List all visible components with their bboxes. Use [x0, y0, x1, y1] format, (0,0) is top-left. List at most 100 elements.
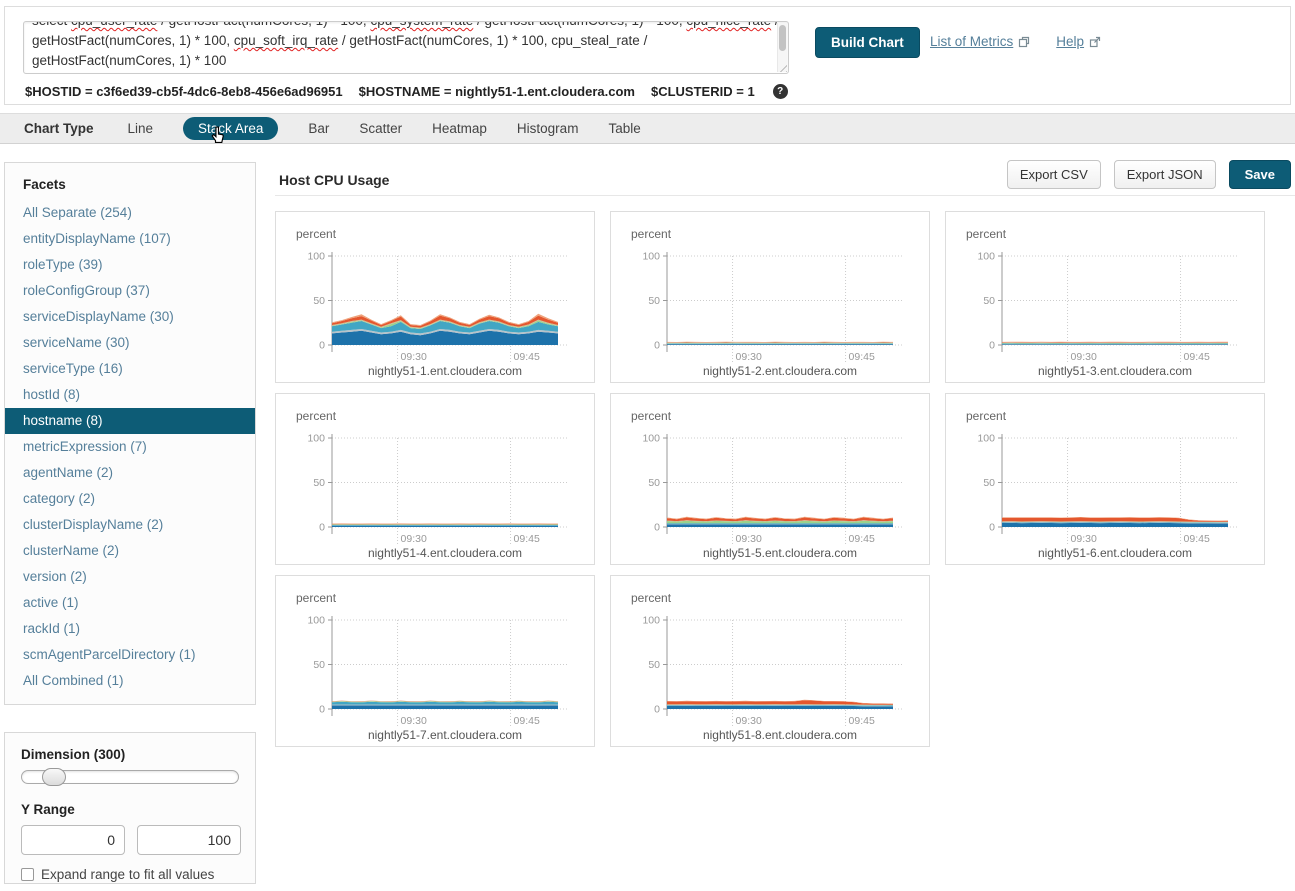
svg-text:09:45: 09:45: [514, 351, 540, 363]
facet-item-all-combined[interactable]: All Combined (1): [5, 668, 255, 694]
svg-text:09:45: 09:45: [849, 533, 875, 545]
y-min-input[interactable]: [21, 825, 125, 855]
help-link[interactable]: Help: [1056, 34, 1101, 49]
chart-card-5[interactable]: percent05010009:3009:45nightly51-5.ent.c…: [610, 393, 930, 565]
query-scrollbar-thumb[interactable]: [779, 25, 786, 51]
chart-type-label: Chart Type: [24, 121, 94, 136]
chart-card-1[interactable]: percent05010009:3009:45nightly51-1.ent.c…: [275, 211, 595, 383]
help-label: Help: [1056, 34, 1084, 49]
facet-item-hostid[interactable]: hostId (8): [5, 382, 255, 408]
query-panel: select cpu_user_rate / getHostFact(numCo…: [4, 6, 1291, 105]
svg-text:09:45: 09:45: [514, 715, 540, 727]
tab-histogram[interactable]: Histogram: [517, 121, 579, 136]
hostname-value: nightly51-1.ent.cloudera.com: [455, 84, 635, 99]
facet-item-active[interactable]: active (1): [5, 590, 255, 616]
svg-text:percent: percent: [296, 227, 337, 241]
export-json-button[interactable]: Export JSON: [1114, 160, 1216, 189]
list-of-metrics-link[interactable]: List of Metrics: [930, 34, 1030, 49]
facet-item-all-separate[interactable]: All Separate (254): [5, 200, 255, 226]
facet-item-clusterdisplayname[interactable]: clusterDisplayName (2): [5, 512, 255, 538]
stack-area-chart: percent05010009:3009:45nightly51-8.ent.c…: [611, 576, 929, 746]
stack-area-chart: percent05010009:3009:45nightly51-1.ent.c…: [276, 212, 594, 382]
export-csv-button[interactable]: Export CSV: [1007, 160, 1101, 189]
svg-text:0: 0: [319, 340, 325, 352]
facet-item-agentname[interactable]: agentName (2): [5, 460, 255, 486]
facet-item-metricexpression[interactable]: metricExpression (7): [5, 434, 255, 460]
chart-builder-page: select cpu_user_rate / getHostFact(numCo…: [0, 0, 1295, 891]
svg-text:09:30: 09:30: [401, 533, 427, 545]
query-line: getHostFact(numCores, 1) * 100, cpu_soft…: [32, 31, 772, 51]
query-text: select cpu_user_rate / getHostFact(numCo…: [24, 21, 788, 71]
expand-range-checkbox[interactable]: [21, 868, 34, 881]
svg-text:0: 0: [989, 340, 995, 352]
stack-area-chart: percent05010009:3009:45nightly51-7.ent.c…: [276, 576, 594, 746]
external-link-icon: [1089, 36, 1101, 48]
chart-card-7[interactable]: percent05010009:3009:45nightly51-7.ent.c…: [275, 575, 595, 747]
clusterid-label: $CLUSTERID: [651, 84, 733, 99]
svg-text:50: 50: [648, 477, 660, 489]
main-header: Host CPU Usage Export CSV Export JSON Sa…: [275, 160, 1295, 196]
facet-item-scmagentparceldirectory[interactable]: scmAgentParcelDirectory (1): [5, 642, 255, 668]
facets-title: Facets: [5, 175, 255, 200]
save-button[interactable]: Save: [1229, 160, 1291, 189]
svg-text:percent: percent: [631, 591, 672, 605]
facet-list: All Separate (254)entityDisplayName (107…: [5, 200, 255, 694]
hostid-value: c3f6ed39-cb5f-4dc6-8eb8-456e6ad96951: [96, 84, 342, 99]
svg-text:09:30: 09:30: [1071, 533, 1097, 545]
dimension-slider[interactable]: [21, 770, 239, 784]
facet-item-servicedisplayname[interactable]: serviceDisplayName (30): [5, 304, 255, 330]
y-range-label: Y Range: [21, 802, 239, 817]
facet-item-roleconfiggroup[interactable]: roleConfigGroup (37): [5, 278, 255, 304]
query-params-line: $HOSTID = c3f6ed39-cb5f-4dc6-8eb8-456e6a…: [25, 84, 788, 99]
tab-stack-area[interactable]: Stack Area: [183, 117, 278, 140]
main-area: Host CPU Usage Export CSV Export JSON Sa…: [275, 160, 1295, 747]
query-line: getHostFact(numCores, 1) * 100: [32, 51, 772, 71]
chart-card-6[interactable]: percent05010009:3009:45nightly51-6.ent.c…: [945, 393, 1265, 565]
help-question-badge[interactable]: ?: [773, 84, 788, 99]
facet-item-servicetype[interactable]: serviceType (16): [5, 356, 255, 382]
svg-text:09:45: 09:45: [1184, 351, 1210, 363]
svg-text:100: 100: [642, 615, 660, 627]
build-chart-button[interactable]: Build Chart: [815, 27, 920, 58]
tab-bar[interactable]: Bar: [308, 121, 329, 136]
list-of-metrics-label: List of Metrics: [930, 34, 1013, 49]
facets-panel: Facets All Separate (254)entityDisplayNa…: [4, 162, 256, 705]
facet-item-entitydisplayname[interactable]: entityDisplayName (107): [5, 226, 255, 252]
tab-table[interactable]: Table: [608, 121, 640, 136]
facet-item-hostname[interactable]: hostname (8): [5, 408, 255, 434]
svg-text:0: 0: [654, 522, 660, 534]
svg-text:100: 100: [642, 433, 660, 445]
mouse-cursor-icon: [209, 126, 225, 143]
expand-range-label: Expand range to fit all values: [41, 867, 214, 882]
chart-card-3[interactable]: percent05010009:3009:45nightly51-3.ent.c…: [945, 211, 1265, 383]
equals-sign: =: [736, 84, 744, 99]
svg-text:percent: percent: [966, 227, 1007, 241]
chart-card-8[interactable]: percent05010009:3009:45nightly51-8.ent.c…: [610, 575, 930, 747]
svg-text:percent: percent: [966, 409, 1007, 423]
svg-text:50: 50: [648, 659, 660, 671]
tab-scatter[interactable]: Scatter: [359, 121, 402, 136]
facet-item-category[interactable]: category (2): [5, 486, 255, 512]
query-input[interactable]: select cpu_user_rate / getHostFact(numCo…: [23, 21, 789, 74]
svg-text:09:45: 09:45: [1184, 533, 1210, 545]
chart-card-2[interactable]: percent05010009:3009:45nightly51-2.ent.c…: [610, 211, 930, 383]
clusterid-value: 1: [747, 84, 754, 99]
svg-text:50: 50: [313, 295, 325, 307]
svg-text:100: 100: [977, 433, 995, 445]
svg-text:100: 100: [307, 433, 325, 445]
stack-area-chart: percent05010009:3009:45nightly51-4.ent.c…: [276, 394, 594, 564]
chart-card-4[interactable]: percent05010009:3009:45nightly51-4.ent.c…: [275, 393, 595, 565]
dimension-slider-handle[interactable]: [42, 768, 66, 786]
facet-item-roletype[interactable]: roleType (39): [5, 252, 255, 278]
facet-item-clustername[interactable]: clusterName (2): [5, 538, 255, 564]
facet-item-version[interactable]: version (2): [5, 564, 255, 590]
tab-heatmap[interactable]: Heatmap: [432, 121, 487, 136]
chart-controls-panel: Dimension (300) Y Range Expand range to …: [4, 732, 256, 884]
svg-text:nightly51-7.ent.cloudera.com: nightly51-7.ent.cloudera.com: [368, 728, 522, 742]
tab-line[interactable]: Line: [128, 121, 154, 136]
y-max-input[interactable]: [137, 825, 241, 855]
stack-area-chart: percent05010009:3009:45nightly51-2.ent.c…: [611, 212, 929, 382]
facet-item-rackid[interactable]: rackId (1): [5, 616, 255, 642]
facet-item-servicename[interactable]: serviceName (30): [5, 330, 255, 356]
new-window-icon: [1018, 36, 1030, 48]
